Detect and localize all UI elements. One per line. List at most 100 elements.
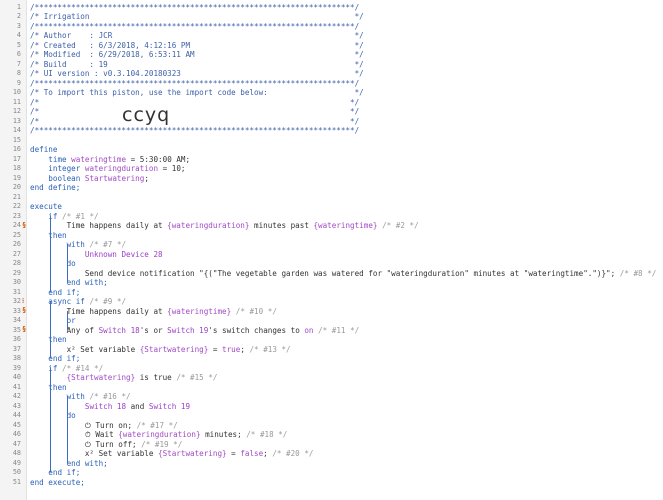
code-text: if /* #14 */	[48, 363, 104, 373]
code-text: with /* #7 */	[66, 240, 127, 249]
line-number: 45	[12, 420, 21, 429]
line-number: 19	[12, 173, 21, 182]
code-text: /* */	[30, 107, 360, 116]
line-number: 6	[16, 50, 21, 58]
code-text: then	[48, 230, 67, 240]
line-number: 37	[12, 344, 21, 353]
line-number: 20	[12, 183, 21, 191]
line-number: 16	[12, 145, 21, 153]
import-code: ccyq	[122, 104, 171, 126]
line-number: 1	[16, 2, 21, 11]
block-bracket	[50, 215, 51, 292]
line-number: 29	[12, 268, 21, 277]
line-number: 5	[16, 40, 21, 49]
line-number: 11	[12, 97, 21, 106]
line-number: 34	[12, 316, 21, 324]
line-number: 44	[12, 411, 21, 419]
code-text: /***************************************…	[30, 21, 360, 31]
code-text: time wateringtime = 5:30:00 AM;	[48, 154, 191, 164]
line-number: 17	[12, 154, 21, 163]
code-text: /* To import this piston, use the import…	[30, 88, 364, 97]
line-number: 40	[12, 373, 21, 381]
code-text: define	[30, 145, 58, 154]
line-number: 43	[12, 401, 21, 410]
code-text: Send device notification "{("The vegetab…	[30, 268, 657, 278]
code-text: /* */	[30, 116, 360, 126]
code-text: ⏻ Turn off; /* #19 */	[30, 439, 183, 449]
code-text: with /* #16 */	[66, 392, 131, 401]
line-number: 30	[12, 278, 21, 286]
code-text: if /* #1 */	[48, 211, 99, 221]
line-number: 47	[12, 439, 21, 448]
code-text: end if;	[48, 468, 81, 477]
line-number: 31	[12, 287, 21, 296]
block-bracket	[50, 367, 51, 472]
code-text: ⏱ Wait {wateringduration} minutes; /* #1…	[30, 430, 288, 439]
trigger-marker-icon: §	[22, 306, 27, 314]
code-text: end with;	[66, 278, 108, 287]
line-number: 41	[12, 382, 21, 391]
line-number: 4	[16, 31, 21, 39]
line-number: 39	[12, 363, 21, 372]
code-text: /* Created : 6/3/2018, 4:12:16 PM */	[30, 40, 364, 50]
line-number: 36	[12, 335, 21, 343]
line-number: 46	[12, 430, 21, 438]
trigger-marker-icon: §	[22, 325, 27, 333]
block-bracket	[67, 310, 68, 330]
piston-code-editor: 1 /**************************************…	[0, 0, 663, 500]
code-text: async if /* #9 */	[48, 297, 127, 306]
trigger-marker-icon: §	[22, 220, 27, 229]
code-text: then	[48, 382, 67, 392]
code-text: x² Set variable {Startwatering} = true; …	[30, 344, 291, 354]
line-number: 35	[12, 325, 21, 334]
line-number: 22	[12, 202, 21, 210]
code-text: do	[66, 259, 76, 268]
line-number: 8	[16, 69, 21, 77]
line-number: 49	[12, 458, 21, 467]
code-text: /***************************************…	[30, 2, 360, 12]
code-text: /* Modified : 6/29/2018, 6:53:11 AM */	[30, 50, 364, 59]
code-text: end if;	[48, 287, 81, 297]
line-number: 15	[12, 135, 21, 144]
code-text: {Startwatering} is true /* #15 */	[66, 373, 218, 382]
code-text: /* Build : 19 */	[30, 59, 364, 69]
line-number: 12	[12, 107, 21, 115]
code-text: end with;	[66, 458, 108, 468]
trigger-marker-icon: ⁝	[22, 296, 25, 305]
line-number: 14	[12, 126, 21, 134]
code-text: /* UI version : v0.3.104.20180323 */	[30, 69, 364, 78]
line-number: 42	[12, 392, 21, 400]
line-number: 18	[12, 164, 21, 172]
code-text: or	[66, 316, 76, 325]
code-text: integer wateringduration = 10;	[48, 164, 186, 173]
code-text: /* Author : JCR */	[30, 31, 364, 40]
block-bracket	[67, 244, 68, 282]
code-text: /* */	[30, 97, 360, 107]
line-number: 32	[12, 297, 21, 305]
code-text: then	[48, 335, 67, 344]
line-number: 38	[12, 354, 21, 362]
line-number: 7	[16, 59, 21, 68]
line-number: 10	[12, 88, 21, 96]
code-text: end if;	[48, 354, 81, 363]
code-text: /* Irrigation */	[30, 12, 364, 21]
code-text: end execute;	[30, 477, 85, 487]
code-text: x² Set variable {Startwatering} = false;…	[30, 449, 314, 458]
line-number: 2	[16, 12, 21, 20]
code-text: Any of Switch 18's or Switch 19's switch…	[30, 325, 360, 335]
code-text: /***************************************…	[30, 126, 360, 135]
line-number: 24	[12, 221, 21, 229]
line-number: 27	[12, 249, 21, 258]
code-text: do	[66, 411, 76, 420]
line-number: 25	[12, 230, 21, 239]
code-text: ⏻ Turn on; /* #17 */	[30, 420, 178, 430]
line-number: 50	[12, 468, 21, 476]
line-number: 21	[12, 192, 21, 201]
code-text: end define;	[30, 183, 81, 192]
line-number: 9	[16, 78, 21, 87]
line-number: 28	[12, 259, 21, 267]
code-text: Switch 18 and Switch 19	[84, 401, 191, 411]
code-text: boolean Startwatering;	[48, 173, 149, 183]
line-number: 3	[16, 21, 21, 30]
line-number: 23	[12, 211, 21, 220]
